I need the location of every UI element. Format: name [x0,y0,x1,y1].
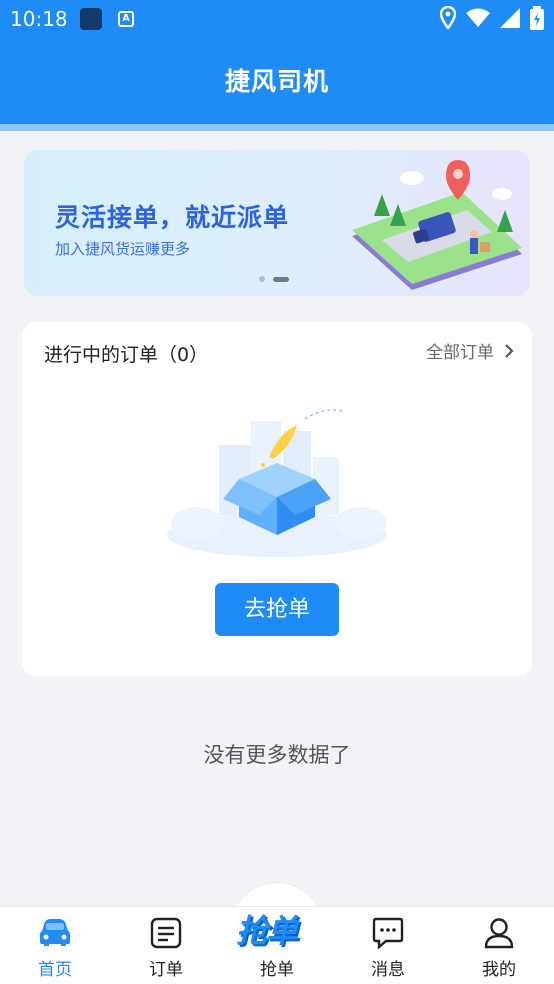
orders-in-progress-card: 进行中的订单（0） 全部订单 去抢单 [22,322,532,676]
tab-messages-label: 消息 [371,960,405,980]
order-list-icon [150,917,182,949]
no-more-data-text: 没有更多数据了 [203,743,351,767]
pagination-dot-active[interactable] [273,276,289,282]
accessibility-notification-icon: A [118,11,134,27]
chevron-right-icon [505,343,514,358]
all-orders-label: 全部订单 [426,343,494,363]
wifi-icon [466,8,490,27]
app-bar: 捷风司机 [0,40,554,124]
empty-box-illustration [167,409,387,557]
go-grab-order-button[interactable]: 去抢单 [215,583,339,636]
tab-orders[interactable]: 订单 [111,907,221,984]
signal-icon [500,8,520,28]
page-title: 捷风司机 [224,67,329,96]
orders-section-title: 进行中的订单（0） [44,344,209,366]
tab-messages[interactable]: 消息 [333,907,443,984]
delivery-map-illustration [352,160,522,290]
profile-icon [484,918,514,949]
grab-order-logo-text: 抢单 [236,912,298,950]
tab-home-label: 首页 [38,960,72,980]
tab-profile-label: 我的 [482,960,516,980]
banner-subtitle: 加入捷风货运赚更多 [55,240,191,258]
car-icon [40,919,70,946]
tab-profile[interactable]: 我的 [444,907,554,984]
banner-pagination [259,276,289,282]
tab-grab-order-label: 抢单 [260,960,294,980]
grab-order-logo[interactable]: 抢单 [236,906,298,952]
status-bar: 10:18 A [0,0,554,40]
app-notification-icon [80,8,102,30]
pagination-dot[interactable] [259,276,265,282]
all-orders-link[interactable]: 全部订单 [426,338,514,363]
status-indicators [440,6,544,30]
status-time: 10:18 [10,7,68,31]
message-icon [372,917,404,949]
battery-icon [530,6,544,30]
location-icon [440,6,456,30]
tab-orders-label: 订单 [149,960,183,980]
tab-home[interactable]: 首页 [0,907,110,984]
promo-banner[interactable]: 灵活接单，就近派单 加入捷风货运赚更多 [24,150,530,296]
banner-headline: 灵活接单，就近派单 [55,203,290,232]
app-bar-divider [0,124,554,131]
